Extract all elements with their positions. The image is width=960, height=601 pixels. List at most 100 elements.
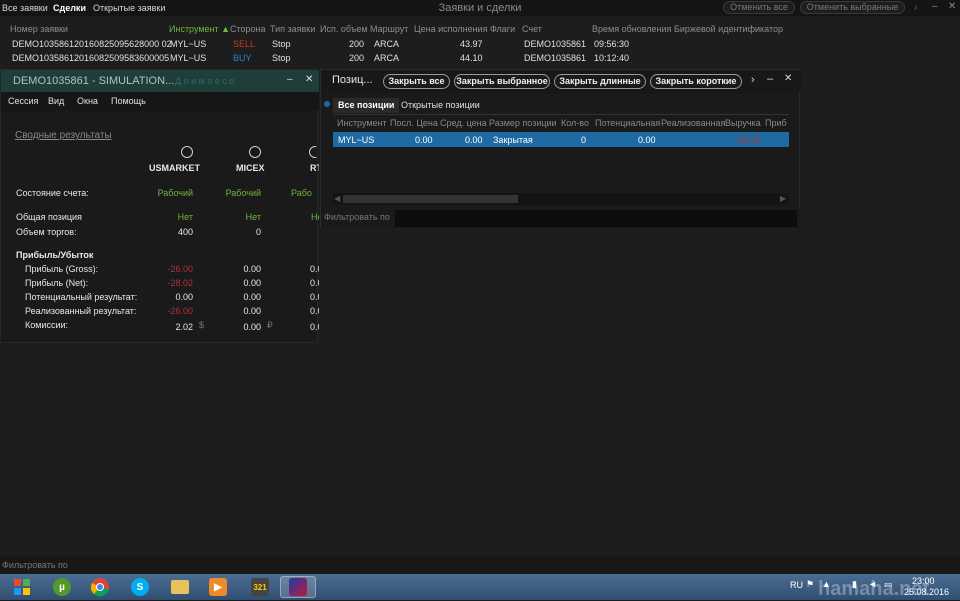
position-instrument: MYL~US [338, 135, 375, 145]
realized-result-label: Реализованный результат: [25, 306, 137, 316]
order-time: 10:12:40 [594, 53, 630, 63]
trade-volume-label: Объем торгов: [16, 227, 77, 237]
account-window-title: DEMO1035861 - SIMULATION... [13, 75, 175, 87]
total-position-micex: Нет [245, 212, 261, 222]
close-long-button[interactable]: Закрыть длинные [554, 74, 646, 89]
positions-window: Позиц... Закрыть все Закрыть выбранное З… [320, 69, 801, 228]
col-update-time[interactable]: Время обновления [592, 24, 671, 34]
menu-help[interactable]: Помощь [111, 96, 146, 106]
menu-session[interactable]: Сессия [8, 96, 38, 106]
realized-result-rts: 0.0 [310, 306, 319, 316]
account-state-micex: Рабочий [225, 188, 261, 198]
chevron-right-icon[interactable]: › [914, 2, 917, 13]
tab-open-positions[interactable]: Открытые позиции [401, 98, 480, 113]
col-last-price[interactable]: Посл. Цена [390, 118, 438, 128]
horizontal-scrollbar[interactable]: ◀ ▶ [333, 193, 789, 205]
order-account: DEMO1035861 [524, 39, 587, 49]
commission-usmarket: 2.02 [175, 322, 193, 332]
summary-title[interactable]: Сводные результаты [15, 130, 112, 141]
col-exec-price[interactable]: Цена исполнения [414, 24, 487, 34]
minimize-icon[interactable]: – [287, 74, 293, 85]
col-filled-qty[interactable]: Исп. объем [320, 24, 368, 34]
positions-titlebar[interactable]: Позиц... Закрыть все Закрыть выбранное З… [321, 70, 801, 93]
minimize-icon[interactable]: – [767, 73, 773, 85]
total-position-usmarket: Нет [177, 212, 193, 222]
order-side: BUY [233, 53, 252, 63]
media-player-icon[interactable]: ▶ [200, 576, 236, 598]
col-flags[interactable]: Флаги [490, 24, 515, 34]
col-instrument[interactable]: Инструмент [337, 118, 387, 128]
movie-editor-icon[interactable]: 321 [242, 576, 278, 598]
orders-table-header: Номер заявки Инструмент ▲ Сторона Тип за… [0, 21, 960, 35]
taskbar: µ S ▶ 321 RU ⚑ ▲ ▮ ◄ ▭ 23:00 25.08.2016 … [0, 574, 960, 600]
bottom-filter-bar[interactable]: Фильтровать по [0, 556, 960, 574]
pnl-title: Прибыль/Убыток [16, 250, 94, 260]
menu-windows[interactable]: Окна [77, 96, 98, 106]
tab-all-positions[interactable]: Все позиции [333, 98, 400, 113]
account-menu-bar: Сессия Вид Окна Помощь [1, 92, 319, 111]
col-profit[interactable]: Приб [765, 118, 789, 128]
order-price: 43.97 [460, 39, 483, 49]
close-all-button[interactable]: Закрыть все [383, 74, 450, 89]
table-row[interactable]: MYL~US 0.00 0.00 Закрытая 0 0.00 -26.00 [333, 132, 789, 147]
total-position-rts: Не [311, 212, 319, 222]
minimize-icon[interactable]: – [932, 1, 938, 12]
col-instrument[interactable]: Инструмент ▲ [169, 24, 230, 34]
col-revenue[interactable]: Выручка [725, 118, 761, 128]
table-row[interactable]: DEMO103586120160825095628000 02 MYL~US S… [0, 37, 790, 51]
col-potential[interactable]: Потенциальная [595, 118, 660, 128]
utorrent-icon[interactable]: µ [44, 576, 80, 598]
position-revenue: -26.00 [735, 135, 761, 145]
commission-label: Комиссии: [25, 320, 69, 330]
windows-start-icon[interactable] [4, 576, 40, 598]
bottom-filter-label: Фильтровать по [2, 560, 68, 570]
order-instrument: MYL~US [170, 53, 207, 63]
chrome-icon[interactable] [82, 576, 118, 598]
watermark: hamaha.net [818, 578, 930, 600]
col-order-type[interactable]: Тип заявки [270, 24, 315, 34]
order-type: Stop [272, 39, 291, 49]
order-qty: 200 [349, 53, 365, 63]
col-side[interactable]: Сторона [230, 24, 266, 34]
col-order-id[interactable]: Номер заявки [10, 24, 68, 34]
col-exchange-id[interactable]: Биржевой идентификатор [674, 24, 783, 34]
col-account[interactable]: Счет [522, 24, 542, 34]
close-icon[interactable]: ✕ [784, 73, 792, 84]
chevron-right-icon[interactable]: › [751, 74, 755, 86]
scrollbar-thumb[interactable] [343, 195, 518, 203]
menu-view[interactable]: Вид [48, 96, 64, 106]
pnl-net-rts: 0.0 [310, 278, 319, 288]
scroll-left-icon[interactable]: ◀ [334, 194, 340, 203]
order-id: DEMO10358612016082509583600005 [12, 53, 170, 63]
col-quantity[interactable]: Кол-во [561, 118, 589, 128]
explorer-folder-icon[interactable] [162, 576, 198, 598]
pnl-net-usmarket: -28.02 [167, 278, 193, 288]
scroll-right-icon[interactable]: ▶ [780, 194, 786, 203]
trade-volume-usmarket: 400 [177, 227, 193, 237]
skype-icon[interactable]: S [122, 576, 158, 598]
account-window-subtitle: Д о и м о е с о [175, 76, 235, 86]
cancel-all-button[interactable]: Отменить все [723, 1, 795, 14]
account-window-titlebar[interactable]: DEMO1035861 - SIMULATION... Д о и м о е … [1, 70, 319, 92]
flag-icon[interactable]: ⚑ [806, 579, 814, 590]
close-short-button[interactable]: Закрыть короткие [650, 74, 742, 89]
table-row[interactable]: DEMO10358612016082509583600005 MYL~US BU… [0, 51, 790, 65]
order-route: ARCA [374, 39, 400, 49]
close-icon[interactable]: ✕ [305, 74, 313, 85]
close-icon[interactable]: ✕ [948, 1, 956, 12]
pnl-gross-rts: 0.0 [310, 264, 319, 274]
positions-filter-input[interactable] [395, 210, 797, 227]
col-realized[interactable]: Реализованная [661, 118, 725, 128]
clock-icon [249, 146, 261, 158]
col-avg-price[interactable]: Сред. цена [440, 118, 487, 128]
trading-app-icon[interactable] [280, 576, 316, 598]
market-rts: RT [310, 163, 319, 173]
cancel-selected-button[interactable]: Отменить выбранные [800, 1, 905, 14]
account-state-usmarket: Рабочий [157, 188, 193, 198]
col-route[interactable]: Маршрут [370, 24, 408, 34]
close-selected-button[interactable]: Закрыть выбранное [454, 74, 550, 89]
account-state-label: Состояние счета: [16, 188, 89, 198]
col-position-size[interactable]: Размер позиции [489, 118, 557, 128]
potential-result-label: Потенциальный результат: [25, 292, 138, 302]
language-indicator[interactable]: RU [790, 580, 803, 590]
